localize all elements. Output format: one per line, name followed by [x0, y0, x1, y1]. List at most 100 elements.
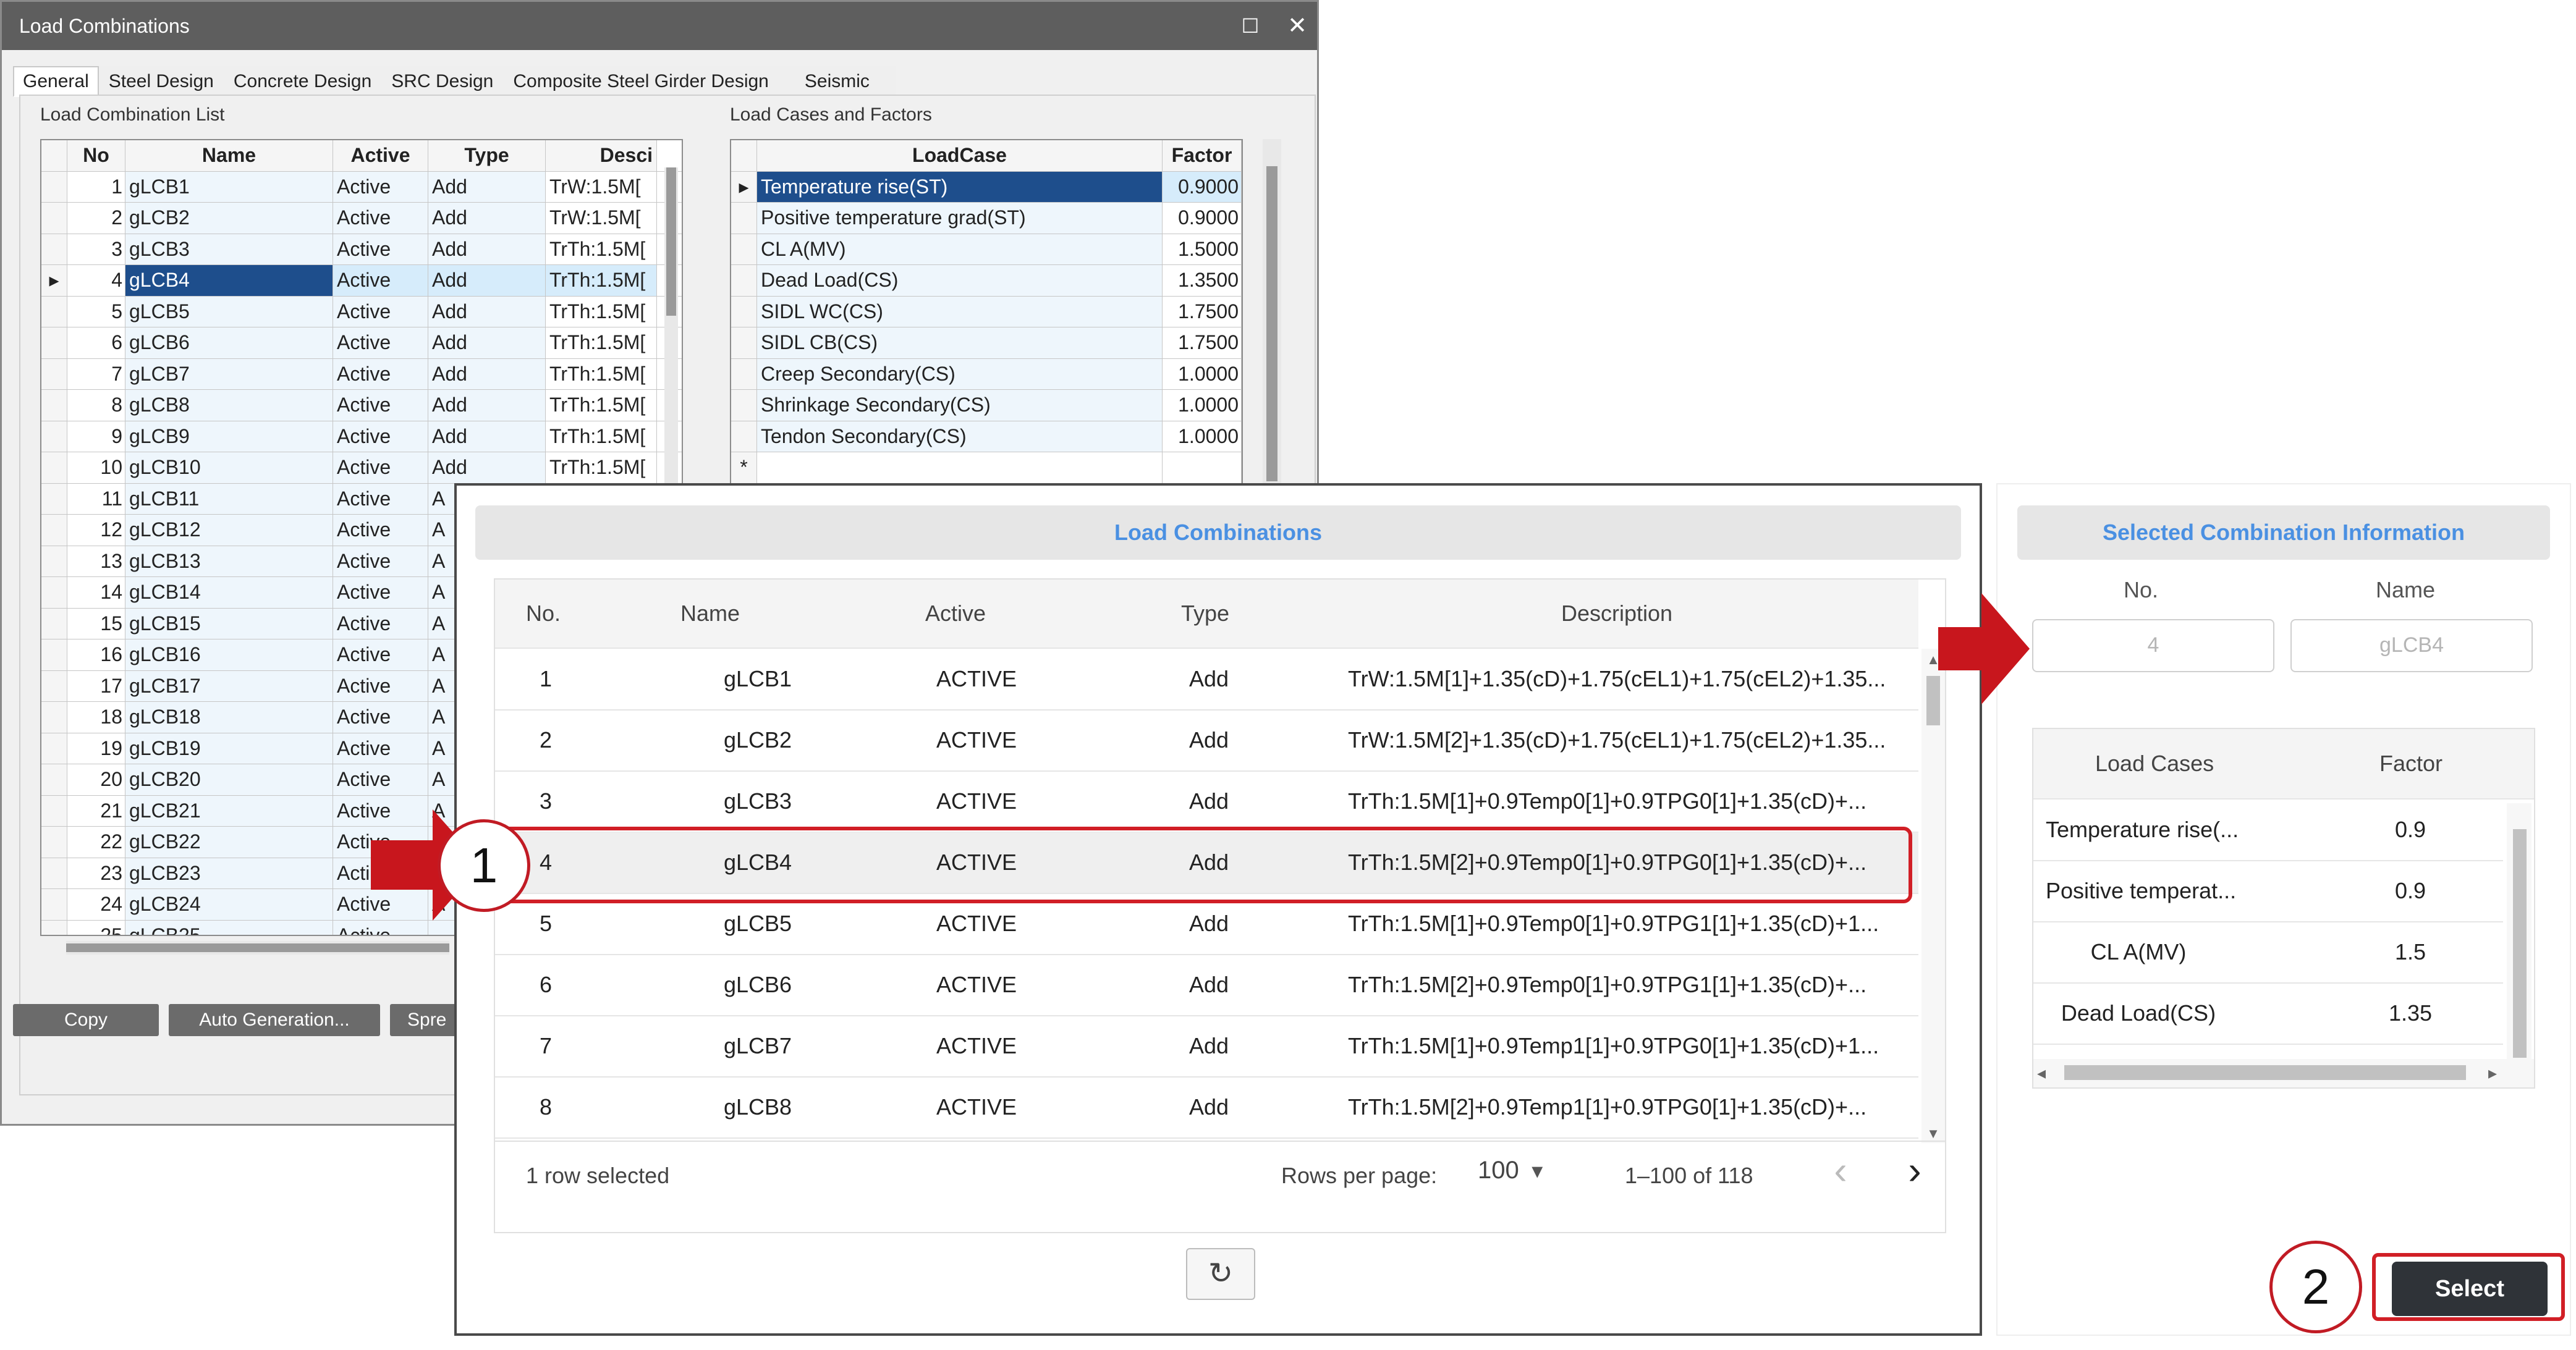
table-row[interactable]: 8 gLCB8 ACTIVE Add TrTh:1.5M[2]+0.9Temp1[1]+… [495, 1077, 1918, 1139]
cell-factor[interactable]: 1.5000 [1163, 234, 1242, 264]
cell-name[interactable]: gLCB4 [125, 265, 333, 296]
cell-name[interactable]: gLCB14 [125, 577, 333, 608]
cell-factor[interactable]: 0.9000 [1163, 171, 1242, 202]
col-header-description[interactable]: Desci [546, 140, 657, 171]
cell-active[interactable]: Active [333, 265, 428, 296]
cell-description[interactable]: TrTh:1.5M[ [546, 358, 657, 389]
cell-no[interactable]: 24 [67, 889, 125, 920]
tab-concrete-design[interactable]: Concrete Design [223, 66, 382, 97]
col-header-no[interactable]: No. [526, 580, 561, 648]
new-row-loadcase-cell[interactable] [757, 452, 1163, 483]
row-header[interactable] [41, 858, 67, 888]
rows-per-page-select[interactable]: 100 ▾ [1478, 1157, 1564, 1191]
row-header[interactable] [41, 795, 67, 826]
cell-factor[interactable]: 1.3500 [1163, 265, 1242, 296]
cell-no[interactable]: 18 [67, 702, 125, 733]
row-header[interactable] [41, 452, 67, 483]
cell-no[interactable]: 15 [67, 608, 125, 639]
table-scrollbar[interactable]: ▲ ▼ [1921, 649, 1945, 1143]
cell-active[interactable]: Active [333, 515, 428, 546]
cell-active[interactable]: Active [333, 452, 428, 483]
cell-no[interactable]: 10 [67, 452, 125, 483]
tab-general[interactable]: General [13, 66, 99, 97]
cell-loadcase[interactable]: Tendon Secondary(CS) [757, 421, 1163, 452]
cell-no[interactable]: 21 [67, 795, 125, 826]
cell-type[interactable]: Add [428, 390, 546, 421]
cell-active[interactable]: Active [333, 577, 428, 608]
cell-factor[interactable]: 1.0000 [1163, 421, 1242, 452]
cell-no[interactable]: 13 [67, 546, 125, 576]
col-header-name[interactable]: Name [125, 140, 333, 171]
row-header[interactable] [41, 889, 67, 920]
spreadsheet-button[interactable]: Spre [390, 1004, 458, 1036]
cell-no[interactable]: 25 [67, 920, 125, 935]
row-header[interactable] [731, 203, 757, 234]
refresh-button[interactable]: ↻ [1186, 1248, 1255, 1300]
tab-seismic[interactable]: Seismic [778, 66, 896, 97]
col-header-name[interactable]: Name [680, 580, 740, 648]
scroll-right-icon[interactable]: ▸ [2488, 1061, 2507, 1085]
current-row-marker[interactable]: ▸ [731, 171, 757, 202]
cell-description[interactable]: TrTh:1.5M[ [546, 421, 657, 452]
table-row[interactable]: 6 gLCB6 ACTIVE Add TrTh:1.5M[2]+0.9Temp0[1]+… [495, 955, 1918, 1016]
selected-no-field[interactable]: 4 [2032, 619, 2274, 672]
table-row[interactable]: ▸ 4 gLCB4 Active Add TrTh:1.5M[ [41, 265, 682, 297]
row-header[interactable] [41, 515, 67, 546]
cell-no[interactable]: 23 [67, 858, 125, 888]
cell-active[interactable]: Active [333, 358, 428, 389]
cell-description[interactable]: TrTh:1.5M[ [546, 296, 657, 327]
close-icon[interactable]: ✕ [1279, 2, 1316, 50]
cell-name[interactable]: gLCB9 [125, 421, 333, 452]
cell-factor[interactable]: 1.0000 [1163, 390, 1242, 421]
col-header-load-cases[interactable]: Load Cases [2095, 729, 2214, 798]
cell-active[interactable]: Active [333, 296, 428, 327]
cell-no[interactable]: 22 [67, 827, 125, 858]
cell-type[interactable]: Add [428, 203, 546, 234]
col-header-active[interactable]: Active [333, 140, 428, 171]
cell-name[interactable]: gLCB5 [125, 296, 333, 327]
table-row[interactable]: 5 gLCB5 Active Add TrTh:1.5M[ [41, 296, 682, 327]
table-row[interactable]: 2 gLCB2 ACTIVE Add TrW:1.5M[2]+1.35(cD)+1.75… [495, 710, 1918, 772]
cell-type[interactable]: Add [428, 452, 546, 483]
cell-no[interactable]: 8 [67, 390, 125, 421]
row-header[interactable] [41, 764, 67, 795]
cell-no[interactable]: 19 [67, 733, 125, 764]
cell-active[interactable]: Active [333, 546, 428, 576]
cell-loadcase[interactable]: Shrinkage Secondary(CS) [757, 390, 1163, 421]
cell-factor[interactable]: 0.9000 [1163, 203, 1242, 234]
factor-row[interactable]: Dead Load(CS) 1.3500 [731, 265, 1242, 297]
row-header[interactable] [41, 203, 67, 234]
table-row[interactable]: 3 gLCB3 ACTIVE Add TrTh:1.5M[1]+0.9Temp0[1]+… [495, 771, 1918, 833]
cell-description[interactable]: TrTh:1.5M[ [546, 327, 657, 358]
new-row-factor-cell[interactable] [1163, 452, 1242, 483]
row-header[interactable] [41, 296, 67, 327]
cell-no[interactable]: 3 [67, 234, 125, 264]
row-header[interactable] [41, 171, 67, 202]
row-header[interactable] [41, 358, 67, 389]
cell-active[interactable]: Active [333, 203, 428, 234]
col-header-type[interactable]: Type [428, 140, 546, 171]
row-header[interactable] [41, 827, 67, 858]
col-header-factor[interactable]: Factor [1163, 140, 1242, 171]
row-header[interactable] [41, 234, 67, 264]
col-header-no[interactable]: No [67, 140, 125, 171]
table-row[interactable]: 8 gLCB8 Active Add TrTh:1.5M[ [41, 390, 682, 421]
cell-loadcase[interactable]: Positive temperature grad(ST) [757, 203, 1163, 234]
cell-active[interactable]: Active [333, 608, 428, 639]
table-row[interactable]: 9 gLCB9 Active Add TrTh:1.5M[ [41, 421, 682, 452]
cell-type[interactable]: Add [428, 421, 546, 452]
cell-description[interactable]: TrW:1.5M[ [546, 203, 657, 234]
table-row[interactable]: 3 gLCB3 Active Add TrTh:1.5M[ [41, 234, 682, 265]
factor-row[interactable]: ▸ Temperature rise(ST) 0.9000 [731, 171, 1242, 203]
next-page-icon[interactable]: › [1899, 1150, 1930, 1190]
cell-factor[interactable]: 1.0000 [1163, 358, 1242, 389]
cell-loadcase[interactable]: Creep Secondary(CS) [757, 358, 1163, 389]
selected-load-case-row[interactable]: CL A(MV) 1.5 [2033, 922, 2503, 984]
selected-table-hscrollbar[interactable]: ◂ ▸ [2033, 1059, 2534, 1087]
row-header[interactable] [41, 733, 67, 764]
row-header[interactable] [41, 639, 67, 670]
cell-type[interactable]: Add [428, 327, 546, 358]
row-header[interactable] [41, 577, 67, 608]
tab-src-design[interactable]: SRC Design [381, 66, 504, 97]
tab-composite-steel-girder-design[interactable]: Composite Steel Girder Design [503, 66, 779, 97]
